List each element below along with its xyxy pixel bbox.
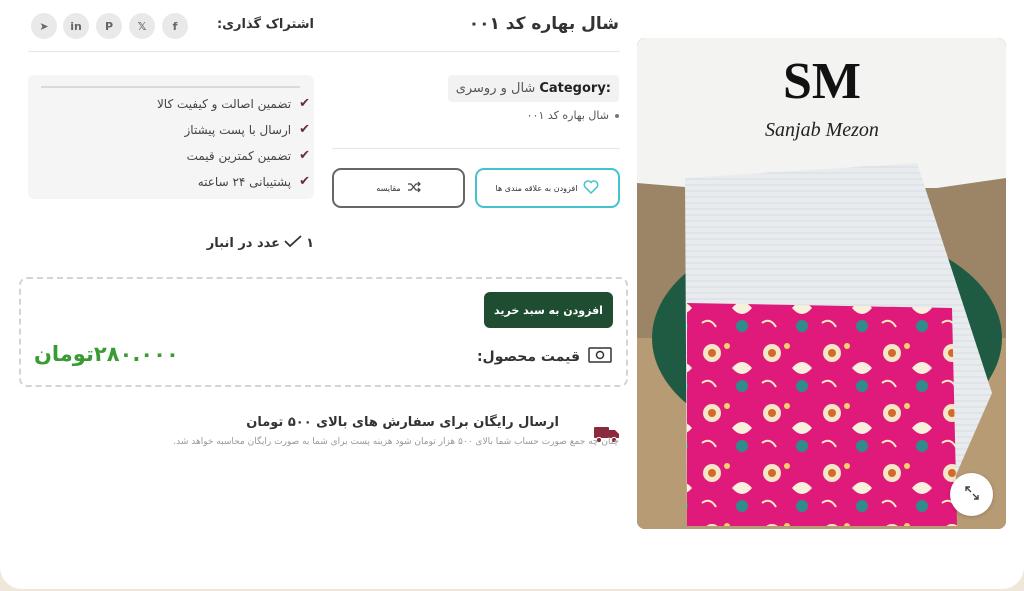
feature-item: ✔ پشتیبانی ۲۴ ساعته [198,174,310,189]
linkedin-icon[interactable]: in [63,13,89,39]
product-image[interactable]: SM Sanjab Mezon [637,38,1006,529]
stock-label: عدد در انبار [206,235,281,251]
shipping-description: چنان چه جمع صورت حساب شما بالای ۵۰۰ هزار… [173,437,619,447]
check-icon: ✔ [299,148,310,163]
facebook-icon[interactable]: f [162,13,188,39]
price-label-text: قیمت محصول: [476,349,580,365]
check-icon: ✔ [299,174,310,189]
compare-button[interactable]: مقایسه [332,168,465,208]
feature-label: پشتیبانی ۲۴ ساعته [197,174,292,189]
header-divider [28,51,620,52]
section-divider [332,148,620,149]
check-icon: ✔ [299,96,310,111]
shipping-title: ارسال رایگان برای سفارش های بالای ۵۰۰ تو… [246,415,559,430]
x-icon[interactable]: 𝕏 [129,13,155,39]
shuffle-icon [407,181,421,195]
check-icon: ✔ [299,122,310,137]
product-title: شال بهاره کد ۰۰۱ [468,14,619,34]
zoom-button[interactable] [950,473,993,516]
svg-text:SM: SM [783,53,861,110]
bullet [615,113,619,118]
stock-count: ۱ [306,235,314,251]
telegram-icon[interactable]: ➤ [31,13,57,39]
wishlist-label: افزودن به علاقه مندی ها [495,183,578,193]
logo-text: Sanjab Mezon [765,119,879,141]
compare-label: مقایسه [376,183,401,193]
price-label: قیمت محصول: [477,347,612,367]
add-to-wishlist-button[interactable]: افزودن به علاقه مندی ها [475,168,620,208]
money-icon [588,347,612,367]
feature-item: ✔ تضمین اصالت و کیفیت کالا [157,96,310,111]
feature-label: ارسال با پست پیشتاز [184,122,292,137]
price-value: ۲۸۰.۰۰۰تومان [34,342,179,366]
expand-icon [964,485,979,504]
add-to-cart-button[interactable]: افزودن به سبد خرید [484,292,613,328]
short-description: شال بهاره کد ۰۰۱ [527,109,619,122]
heart-icon [583,180,599,196]
short-description-text: شال بهاره کد ۰۰۱ [526,109,609,122]
checkmark-icon [284,235,302,251]
features-rule [41,86,300,88]
feature-label: تضمین اصالت و کیفیت کالا [156,96,292,111]
category-value[interactable]: شال و روسری [456,81,536,96]
category-tag[interactable]: شال و روسری Category: [447,75,619,102]
feature-item: ✔ تضمین کمترین قیمت [187,148,310,163]
pinterest-icon[interactable]: P [96,13,122,39]
share-label: اشتراک گذاری: [216,17,314,32]
stock-status: ۱ عدد در انبار [207,235,314,251]
feature-label: تضمین کمترین قیمت [186,148,292,163]
category-key: Category: [539,81,611,96]
feature-item: ✔ ارسال با پست پیشتاز [185,122,310,137]
